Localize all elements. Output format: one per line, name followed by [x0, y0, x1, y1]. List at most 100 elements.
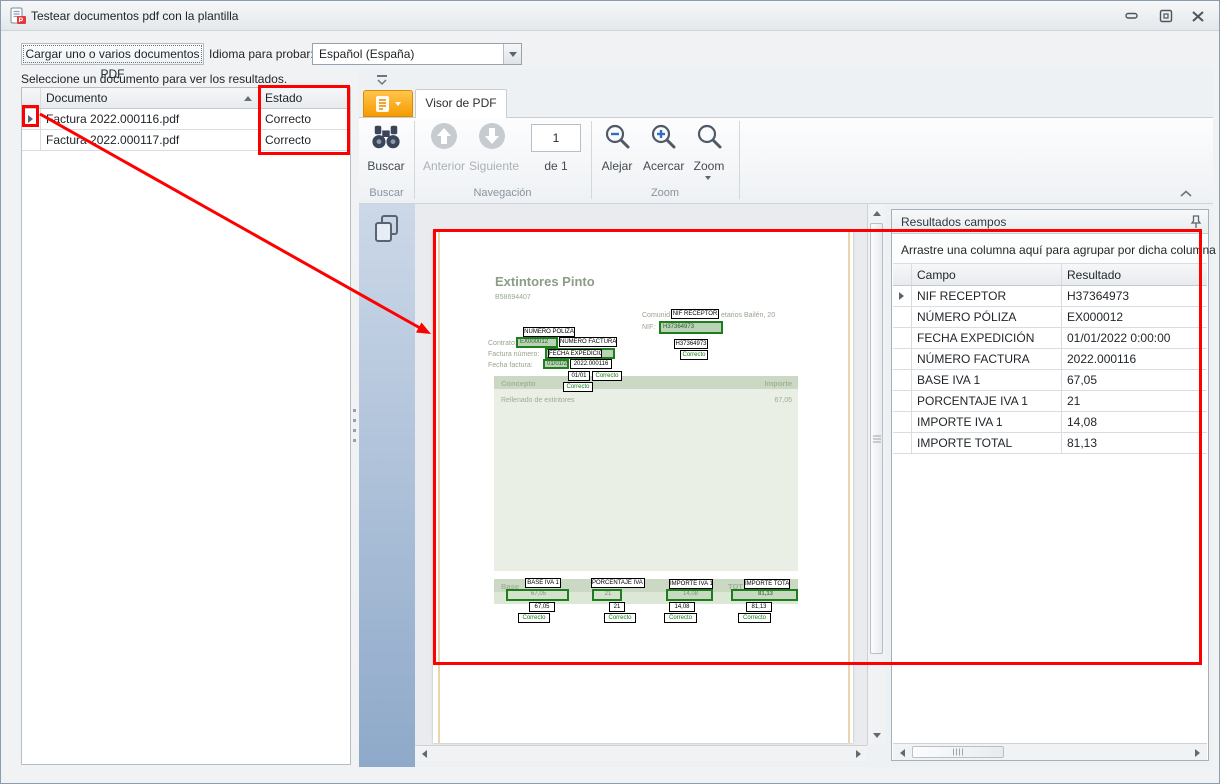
scroll-up-button[interactable] [869, 206, 885, 220]
scroll-left-button[interactable] [896, 746, 909, 759]
campo-cell[interactable]: BASE IVA 1 [911, 370, 1061, 387]
estado-cell[interactable]: Correcto [259, 109, 350, 126]
pdf-horizontal-scrollbar[interactable] [415, 745, 867, 761]
column-header-resultado[interactable]: Resultado [1061, 264, 1207, 282]
resultado-cell[interactable]: 14,08 [1061, 412, 1207, 429]
check-importe-iva: 14,08 [669, 602, 695, 612]
buscar-button[interactable]: Buscar [364, 121, 408, 181]
zoom-label: Zoom [689, 159, 729, 173]
scroll-right-button[interactable] [1191, 746, 1204, 759]
field-tag-base-iva: BASE IVA 1 [525, 578, 561, 588]
check-nif-value: H37364973 [674, 339, 708, 349]
zoom-out-icon [603, 122, 631, 150]
column-header-estado[interactable]: Estado [259, 88, 350, 105]
triangle-up-icon [873, 211, 881, 216]
collapse-ribbon-icon[interactable] [1179, 189, 1193, 198]
table-row[interactable]: NIF RECEPTOR H37364973 [893, 286, 1207, 307]
invoice-company-nif: B58694407 [495, 294, 531, 302]
documento-cell[interactable]: Factura 2022.000117.pdf [40, 130, 259, 147]
resultado-cell[interactable]: H37364973 [1061, 286, 1207, 303]
ribbon-toolbar: Buscar Anterior Siguiente de 1 [359, 118, 1213, 204]
document-list-icon [375, 95, 392, 113]
page-margin-line [848, 231, 850, 743]
group-caption-buscar: Buscar [359, 187, 414, 199]
scroll-down-button[interactable] [869, 728, 885, 742]
binoculars-icon [371, 123, 401, 151]
pdf-vertical-scrollbar[interactable] [867, 204, 885, 745]
table-row[interactable]: Factura 2022.000116.pdf Correcto [22, 109, 350, 130]
triangle-left-icon [422, 750, 427, 758]
check-status-correcto: Correcto [563, 382, 593, 392]
resultado-cell[interactable]: 81,13 [1061, 433, 1207, 450]
campo-cell[interactable]: IMPORTE IVA 1 [911, 412, 1061, 429]
field-tag-fecha-expedicion: FECHA EXPEDICIÓN [548, 349, 602, 358]
thumbnails-pane[interactable] [359, 204, 415, 767]
pdf-page[interactable]: Extintores Pinto B58694407 Comunid NIF R… [433, 231, 853, 743]
siguiente-button[interactable]: Siguiente [469, 121, 515, 181]
arrow-down-circle-icon [478, 122, 506, 150]
arrow-up-circle-icon [430, 122, 458, 150]
resultado-cell[interactable]: EX000012 [1061, 307, 1207, 324]
campo-cell[interactable]: IMPORTE TOTAL [911, 433, 1061, 450]
campo-cell[interactable]: NÚMERO PÓLIZA [911, 307, 1061, 324]
table-row[interactable]: IMPORTE IVA 1 14,08 [893, 412, 1207, 433]
resultado-cell[interactable]: 01/01/2022 0:00:00 [1061, 328, 1207, 345]
campo-cell[interactable]: FECHA EXPEDICIÓN [911, 328, 1061, 345]
campo-cell[interactable]: NIF RECEPTOR [911, 286, 1061, 303]
campo-cell[interactable]: NÚMERO FACTURA [911, 349, 1061, 366]
load-documents-button[interactable]: Cargar uno o varios documentos PDF [21, 43, 204, 65]
alejar-button[interactable]: Alejar [597, 121, 637, 181]
resultado-cell[interactable]: 67,05 [1061, 370, 1207, 387]
horizontal-scroll-thumb[interactable] [912, 746, 1004, 758]
invoice-line-description: Rellenado de extintores [501, 397, 575, 405]
column-header-documento[interactable]: Documento [40, 88, 259, 105]
zoom-in-icon [649, 122, 677, 150]
app-window: Testear documentos pdf con la plantilla … [0, 0, 1220, 784]
page-number-input[interactable] [531, 124, 581, 152]
table-row[interactable]: Factura 2022.000117.pdf Correcto [22, 130, 350, 151]
table-row[interactable]: NÚMERO PÓLIZA EX000012 [893, 307, 1207, 328]
results-horizontal-scrollbar[interactable] [893, 743, 1207, 760]
close-icon [1191, 10, 1205, 23]
table-row[interactable]: PORCENTAJE IVA 1 21 [893, 391, 1207, 412]
maximize-button[interactable] [1153, 7, 1179, 25]
language-dropdown-button[interactable] [503, 44, 521, 64]
close-button[interactable] [1185, 7, 1211, 25]
campo-cell[interactable]: PORCENTAJE IVA 1 [911, 391, 1061, 408]
thumb-grip-icon [873, 435, 881, 442]
documents-grid-header: Documento Estado [22, 88, 350, 109]
language-combobox[interactable]: Español (España) [312, 43, 522, 65]
zoom-dropdown-button[interactable]: Zoom [689, 121, 729, 181]
acercar-button[interactable]: Acercar [643, 121, 683, 181]
capture-fecha-value: 01/01/20 [543, 359, 569, 369]
capture-base-iva: 67,05 [506, 589, 569, 601]
capture-porcentaje-iva: 21 [592, 589, 622, 601]
table-row[interactable]: BASE IVA 1 67,05 [893, 370, 1207, 391]
group-caption-zoom: Zoom [591, 187, 739, 199]
documento-cell[interactable]: Factura 2022.000116.pdf [40, 109, 259, 126]
table-row[interactable]: FECHA EXPEDICIÓN 01/01/2022 0:00:00 [893, 328, 1207, 349]
chevron-down-icon [395, 102, 401, 106]
minimize-button[interactable] [1119, 7, 1145, 25]
column-header-campo[interactable]: Campo [911, 264, 1061, 282]
invoice-line-importe: 67,05 [774, 397, 792, 405]
splitter-handle[interactable] [352, 69, 358, 767]
vertical-scroll-thumb[interactable] [870, 223, 883, 654]
check-status-correcto: Correcto [664, 613, 697, 623]
group-by-panel[interactable]: Arrastre una columna aquí para agrupar p… [893, 235, 1207, 264]
quick-access-toolbar-icon[interactable] [375, 74, 389, 86]
group-by-hint: Arrastre una columna aquí para agrupar p… [901, 243, 1216, 257]
anterior-button[interactable]: Anterior [421, 121, 467, 181]
pin-icon[interactable] [1190, 215, 1202, 229]
application-menu-button[interactable] [363, 90, 413, 117]
tab-visor-de-pdf[interactable]: Visor de PDF [415, 89, 507, 118]
resultado-cell[interactable]: 21 [1061, 391, 1207, 408]
scroll-right-button[interactable] [851, 747, 865, 761]
resultado-cell[interactable]: 2022.000116 [1061, 349, 1207, 366]
table-row[interactable]: NÚMERO FACTURA 2022.000116 [893, 349, 1207, 370]
scroll-left-button[interactable] [417, 747, 431, 761]
results-panel-header[interactable]: Resultados campos [892, 210, 1208, 234]
estado-cell[interactable]: Correcto [259, 130, 350, 147]
table-row[interactable]: IMPORTE TOTAL 81,13 [893, 433, 1207, 454]
page-margin-line [438, 231, 440, 743]
